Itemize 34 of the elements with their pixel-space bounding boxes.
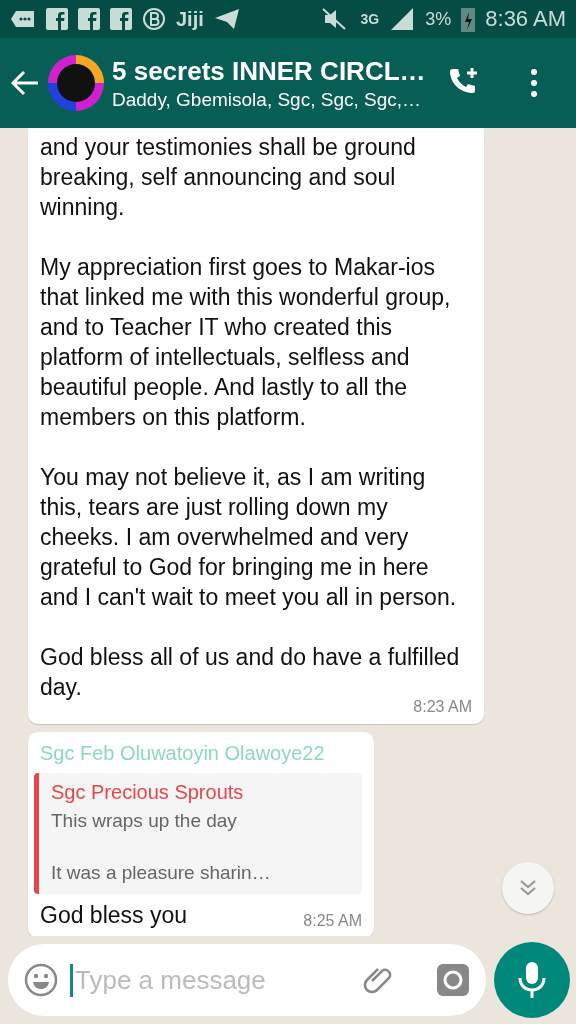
clock-time: 8:36 AM xyxy=(485,6,566,32)
back-arrow-icon[interactable] xyxy=(10,70,40,96)
battery-percent: 3% xyxy=(425,8,452,30)
message-time: 8:23 AM xyxy=(412,698,472,716)
chevrons-down-icon xyxy=(518,878,538,898)
sender-name: Sgc Feb Oluwatoyin Olawoye22 xyxy=(40,742,326,765)
participants-list: Daddy, Gbemisola, Sgc, Sgc, Sgc,… xyxy=(112,88,438,111)
message-text: My appreciation first goes to Makar-ios that linked me with this wonderful group, and to Teacher IT who created this platform of intellectuals, selfless and beautiful people. And lastly to all the members on this platform. xyxy=(40,253,452,432)
message-time: 8:25 AM xyxy=(303,912,362,930)
signal-icon xyxy=(389,7,416,31)
chat-title[interactable]: 5 secrets INNER CIRCL… xyxy=(112,55,438,87)
message-text: God bless you xyxy=(40,901,188,930)
message-text: You may not believe it, as I am writing this, tears are just rolling down my cheeks. I am overwhelmed and very grateful to God for bringing me in here and I can't wait to meet you all in person. xyxy=(40,463,458,612)
message-icon xyxy=(10,9,36,29)
app-label: Jiji xyxy=(176,7,204,31)
send-icon xyxy=(213,8,240,30)
business-chat-icon xyxy=(142,7,166,31)
menu-icon[interactable] xyxy=(528,68,540,98)
quoted-message[interactable]: Sgc Precious Sprouts This wraps up the day It was a pleasure sharin… xyxy=(34,773,362,894)
message-field[interactable]: Type a message xyxy=(8,944,486,1016)
quoted-text: This wraps up the day xyxy=(51,809,238,833)
quoted-text: It was a pleasure sharin… xyxy=(51,861,272,885)
message-text: God bless all of us and do have a fulfilled day. xyxy=(40,643,461,700)
group-avatar[interactable] xyxy=(48,55,104,111)
facebook-icon xyxy=(78,8,100,30)
facebook-icon xyxy=(110,8,132,30)
message-text: and your testimonies shall be ground breaking, self announcing and soul winning. xyxy=(40,133,417,222)
emoji-icon xyxy=(24,963,58,997)
microphone-icon xyxy=(517,960,547,1000)
camera-icon xyxy=(436,963,470,997)
battery-icon xyxy=(461,6,476,32)
facebook-icon xyxy=(46,8,68,30)
quoted-author: Sgc Precious Sprouts xyxy=(51,781,245,804)
network-label: 3G xyxy=(360,11,380,27)
